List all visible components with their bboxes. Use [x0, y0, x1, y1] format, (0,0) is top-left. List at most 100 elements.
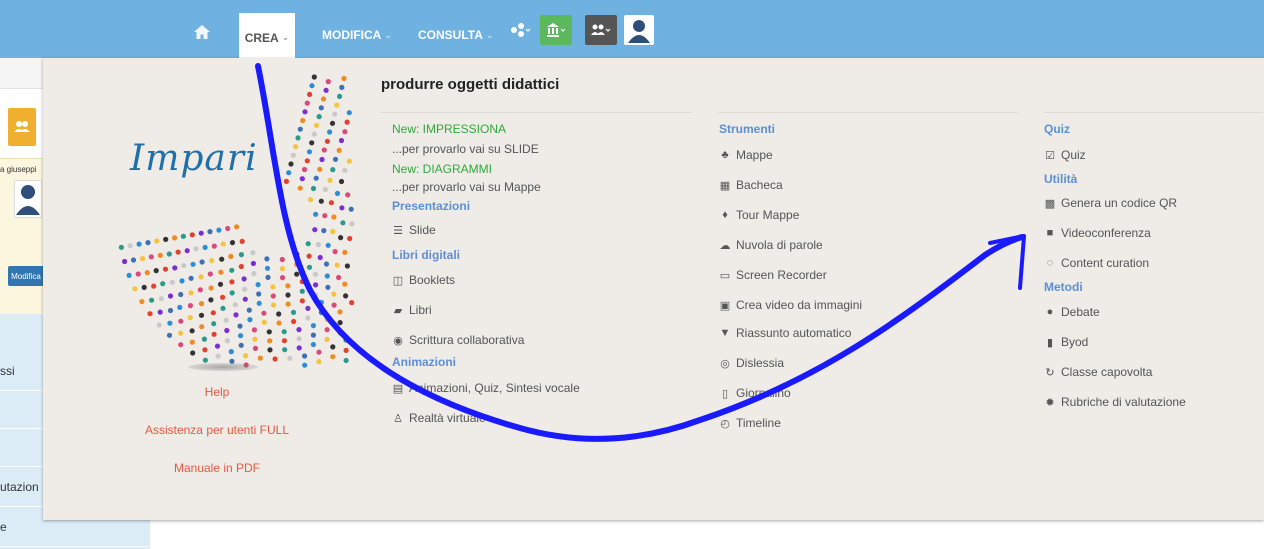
- logo-dot: [223, 317, 229, 323]
- logo-dot: [322, 186, 328, 193]
- logo-dot: [265, 274, 271, 280]
- logo-dot: [181, 263, 187, 269]
- logo-dot: [336, 147, 342, 153]
- menu-item-scrittura[interactable]: ◉ Scrittura collaborativa: [392, 333, 524, 347]
- menu-item-tour-mappe[interactable]: ♦ Tour Mappe: [719, 208, 799, 222]
- home-icon[interactable]: [193, 23, 211, 41]
- menu-item-libri[interactable]: ▰ Libri: [392, 303, 432, 317]
- menu-item-crea-video[interactable]: ▣ Crea video da immagini: [719, 298, 862, 312]
- modifica-button[interactable]: Modifica: [8, 266, 44, 286]
- strumenti-heading-label: Strumenti: [719, 122, 776, 136]
- logo-dot: [172, 265, 178, 271]
- quiz-heading-label: Quiz: [1044, 122, 1070, 136]
- logo-dot: [323, 261, 330, 267]
- institution-button[interactable]: [540, 15, 572, 45]
- group-button[interactable]: [585, 15, 617, 45]
- logo-dot: [153, 268, 159, 274]
- logo-dot: [319, 156, 325, 163]
- menu-item-giornalino[interactable]: ▯ Giornalino: [719, 386, 791, 400]
- badge-icon: ✹: [1045, 396, 1055, 409]
- menu-item-booklets[interactable]: ◫ Booklets: [392, 273, 455, 287]
- logo-dot: [136, 241, 142, 247]
- logo-dot: [286, 170, 292, 176]
- logo-dot: [329, 120, 336, 126]
- menu-item-screen-recorder[interactable]: ▭ Screen Recorder: [719, 268, 827, 282]
- logo-dot: [255, 282, 261, 288]
- book-open-icon: ◫: [392, 274, 404, 287]
- logo-dot: [315, 241, 321, 248]
- menu-item-mappe[interactable]: ♣ Mappe: [719, 148, 772, 162]
- logo-dot: [324, 273, 330, 279]
- logo-dot: [309, 83, 315, 89]
- new-diagrammi-link[interactable]: New: DIAGRAMMI: [392, 162, 492, 176]
- divider: [718, 112, 1018, 113]
- menu-item-rubriche[interactable]: ✹ Rubriche di valutazione: [1044, 395, 1185, 409]
- menu-item-classe-capovolta[interactable]: ↻ Classe capovolta: [1044, 365, 1152, 379]
- logo-dot: [338, 178, 345, 185]
- menu-item-nuvola-parole[interactable]: ☁ Nuvola di parole: [719, 238, 823, 252]
- logo-dot: [238, 252, 244, 258]
- logo-dot: [197, 287, 203, 293]
- logo-dot: [306, 264, 313, 270]
- logo-dot: [224, 338, 230, 344]
- logo-dot: [166, 251, 172, 257]
- profile-avatar[interactable]: [624, 15, 654, 45]
- menu-item-timeline[interactable]: ◴ Timeline: [719, 416, 781, 430]
- logo-dot: [337, 309, 343, 315]
- logo-dot: [331, 291, 337, 297]
- logo-dot: [252, 336, 258, 342]
- help-link[interactable]: Help: [117, 385, 317, 399]
- logo-dot: [198, 312, 205, 318]
- document-icon: ▯: [721, 387, 729, 400]
- logo-dot: [246, 307, 252, 313]
- logo-dot: [288, 161, 294, 167]
- logo-dot: [321, 228, 327, 234]
- menu-item-realta-virtuale[interactable]: ♙ Realtà virtuale: [392, 411, 486, 425]
- logo-dot: [242, 286, 248, 292]
- menu-item-qr[interactable]: ▩ Genera un codice QR: [1044, 196, 1177, 210]
- logo-dot: [256, 291, 262, 297]
- logo-dot: [251, 327, 257, 333]
- menu-item-slide[interactable]: ☰ Slide: [392, 223, 436, 237]
- menu-item-content-curation[interactable]: ◌ Content curation: [1044, 256, 1149, 270]
- logo-dot: [261, 319, 267, 325]
- tab-crea[interactable]: CREA ⌄: [239, 13, 295, 58]
- manuale-pdf-link[interactable]: Manuale in PDF: [117, 461, 317, 475]
- tab-consulta-label: CONSULTA: [418, 28, 483, 42]
- logo-dot: [297, 185, 303, 191]
- logo-dot: [267, 347, 273, 353]
- logo-dot: [313, 211, 319, 217]
- menu-item-byod[interactable]: ▮ Byod: [1044, 335, 1088, 349]
- menu-item-quiz[interactable]: ☑ Quiz: [1044, 148, 1086, 162]
- menu-item-dislessia[interactable]: ◎ Dislessia: [719, 356, 784, 370]
- new-impressiona-link[interactable]: New: IMPRESSIONA: [392, 122, 506, 136]
- tab-modifica-label: MODIFICA: [322, 28, 382, 42]
- logo-dot: [162, 266, 169, 272]
- menu-item-debate[interactable]: ● Debate: [1044, 305, 1100, 319]
- assistenza-link[interactable]: Assistenza per utenti FULL: [117, 423, 317, 437]
- logo-dot: [312, 227, 318, 233]
- menu-item-riassunto-label: Riassunto automatico: [736, 326, 852, 340]
- logo-dot: [343, 337, 349, 343]
- group-panel-icon[interactable]: [8, 108, 36, 146]
- logo-dot: [151, 283, 157, 289]
- logo-dot: [302, 109, 308, 115]
- divider: [1043, 112, 1263, 113]
- tab-consulta[interactable]: CONSULTA ⌄: [418, 28, 493, 42]
- menu-item-videoconferenza[interactable]: ■ Videoconferenza: [1044, 226, 1151, 240]
- logo-dot: [334, 102, 340, 108]
- logo-dot: [130, 257, 137, 263]
- logo-dot: [324, 317, 330, 323]
- logo-dot: [224, 327, 230, 334]
- menu-item-riassunto[interactable]: ▼ Riassunto automatico: [719, 326, 852, 340]
- logo-dot: [307, 197, 314, 203]
- menu-item-bacheca[interactable]: ▦ Bacheca: [719, 178, 783, 192]
- logo-dot: [342, 249, 348, 255]
- share-button[interactable]: [504, 15, 536, 45]
- logo-dot: [330, 344, 336, 350]
- logo-dot: [167, 293, 174, 299]
- logo-dot: [313, 282, 319, 288]
- logo-dot: [281, 338, 287, 344]
- menu-item-animazioni[interactable]: ▤ Animazioni, Quiz, Sintesi vocale: [392, 381, 580, 395]
- tab-modifica[interactable]: MODIFICA ⌄: [322, 28, 392, 42]
